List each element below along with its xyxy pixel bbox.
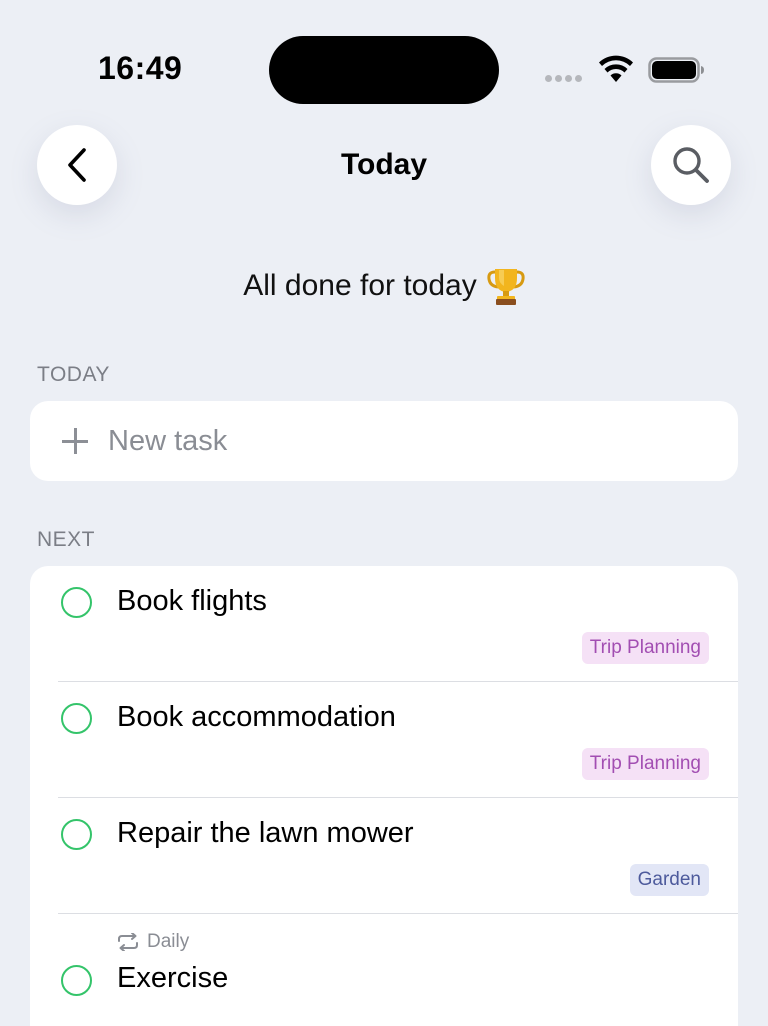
cellular-signal-icon xyxy=(545,75,582,82)
task-row-book-flights[interactable]: Book flights Trip Planning xyxy=(30,566,738,682)
task-row-exercise[interactable]: Exercise xyxy=(30,914,738,1026)
status-time: 16:49 xyxy=(98,50,183,86)
search-icon xyxy=(673,147,709,183)
task-list: Book flights Trip Planning Book accommod… xyxy=(30,566,738,1026)
section-header-today: TODAY xyxy=(37,363,110,386)
dynamic-island xyxy=(269,36,499,104)
project-tag: Trip Planning xyxy=(581,748,709,780)
battery-icon xyxy=(648,57,704,83)
new-task-row[interactable] xyxy=(30,401,738,481)
project-tag: Garden xyxy=(629,864,709,896)
task-title: Book flights xyxy=(117,585,267,617)
trophy-icon xyxy=(487,269,525,305)
search-button[interactable] xyxy=(651,125,731,205)
all-done-text: All done for today xyxy=(243,269,477,302)
all-done-banner: All done for today xyxy=(0,266,768,306)
task-checkbox[interactable] xyxy=(61,703,92,734)
plus-icon xyxy=(62,428,88,454)
task-title: Book accommodation xyxy=(117,701,396,733)
task-title: Repair the lawn mower xyxy=(117,817,414,849)
task-row-repair-lawn-mower[interactable]: Repair the lawn mower Garden xyxy=(30,798,738,914)
project-tag: Trip Planning xyxy=(581,632,709,664)
task-checkbox[interactable] xyxy=(61,587,92,618)
task-checkbox[interactable] xyxy=(61,965,92,996)
task-title: Exercise xyxy=(117,962,229,994)
new-task-input[interactable] xyxy=(106,423,670,459)
wifi-icon xyxy=(599,55,633,82)
task-row-book-accommodation[interactable]: Book accommodation Trip Planning xyxy=(30,682,738,798)
section-header-next: NEXT xyxy=(37,528,96,551)
task-checkbox[interactable] xyxy=(61,819,92,850)
